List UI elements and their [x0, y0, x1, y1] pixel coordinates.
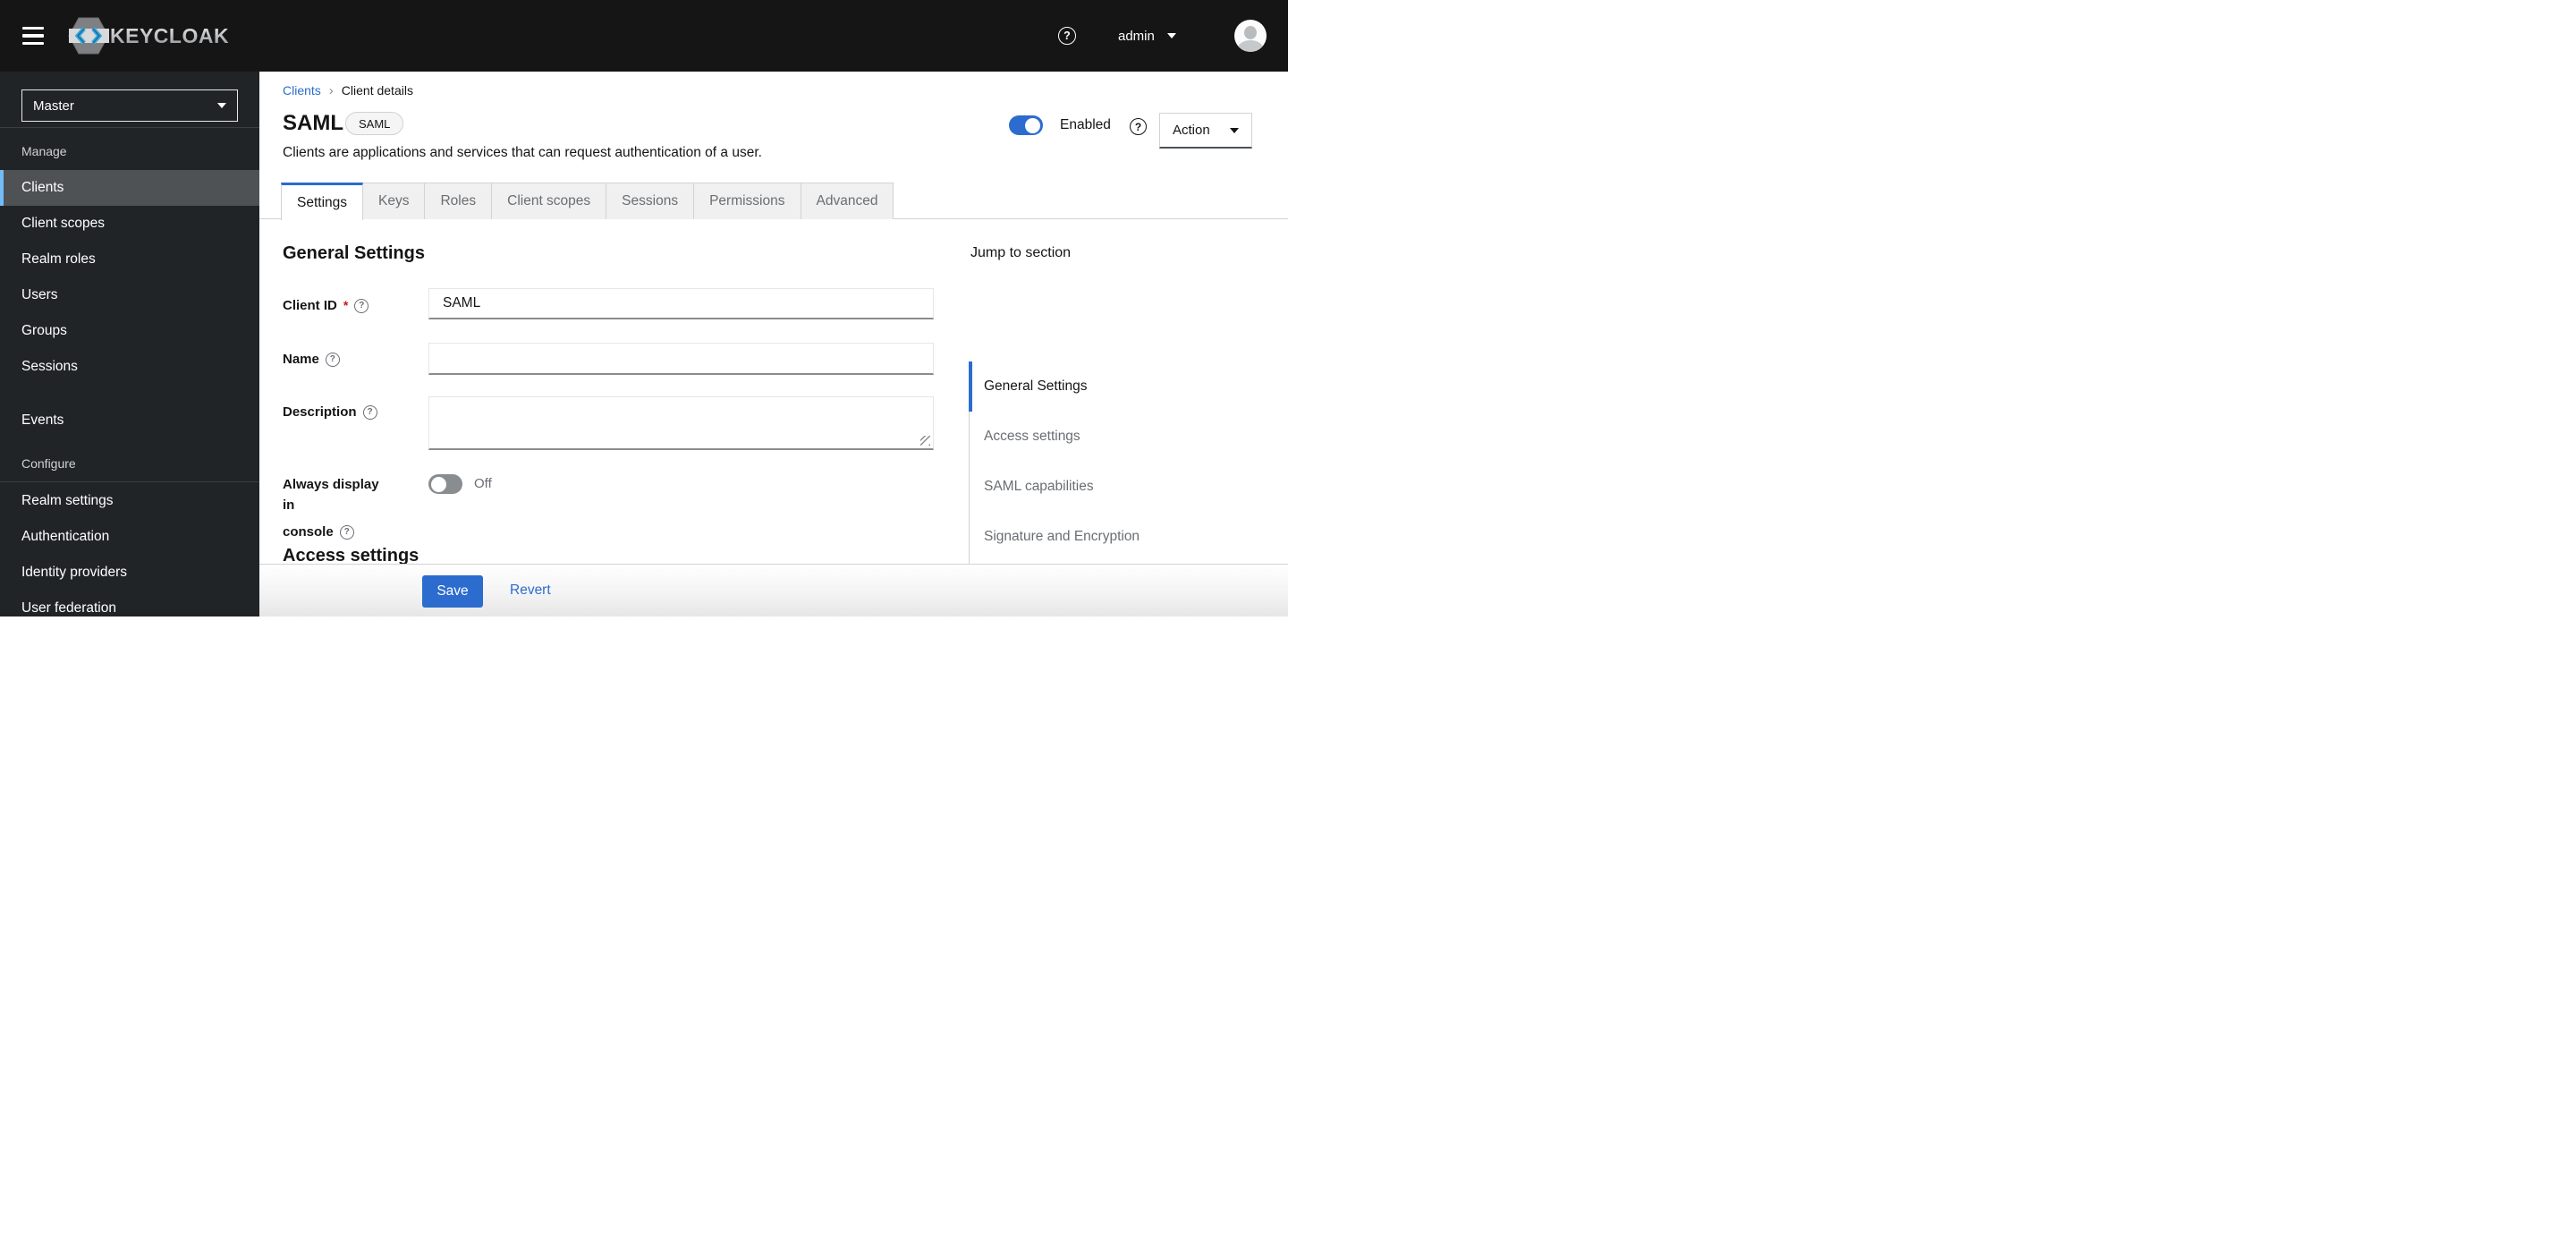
tab-sessions[interactable]: Sessions — [606, 183, 695, 219]
always-display-help-icon[interactable]: ? — [339, 524, 354, 540]
section-heading-general-settings: General Settings — [283, 243, 425, 263]
masthead: KEYCLOAK ? admin — [0, 0, 1288, 72]
action-dropdown[interactable]: Action — [1159, 113, 1252, 149]
jump-to-section-title: Jump to section — [970, 245, 1072, 260]
sidebar-item-authentication[interactable]: Authentication — [0, 519, 259, 555]
chevron-down-icon — [217, 103, 226, 108]
enabled-toggle[interactable] — [1009, 115, 1043, 135]
tab-bar: Settings Keys Roles Client scopes Sessio… — [259, 183, 1288, 220]
client-id-help-icon[interactable]: ? — [354, 298, 369, 313]
sidebar-item-realm-settings[interactable]: Realm settings — [0, 483, 259, 519]
realm-name: Master — [33, 98, 74, 114]
form-footer: Save Revert — [259, 564, 1288, 616]
username: admin — [1118, 28, 1155, 44]
jump-link-access-settings[interactable]: Access settings — [969, 412, 1264, 462]
name-input[interactable] — [428, 343, 934, 375]
description-help-icon[interactable]: ? — [362, 404, 377, 420]
chevron-down-icon — [1166, 33, 1176, 38]
sidebar-item-users[interactable]: Users — [0, 277, 259, 313]
page-title: SAML — [283, 111, 343, 135]
keycloak-logo[interactable]: KEYCLOAK — [68, 17, 230, 55]
client-id-input[interactable] — [428, 288, 934, 319]
sidebar-item-realm-roles[interactable]: Realm roles — [0, 242, 259, 277]
page-subtitle: Clients are applications and services th… — [283, 145, 762, 160]
main-content: Clients › Client details SAML SAML Clien… — [259, 72, 1288, 616]
name-help-icon[interactable]: ? — [325, 352, 340, 367]
nav-section-configure: Configure — [21, 456, 76, 471]
tab-client-scopes[interactable]: Client scopes — [492, 183, 607, 219]
always-display-toggle[interactable] — [428, 474, 462, 494]
sidebar-item-clients[interactable]: Clients — [0, 170, 259, 206]
breadcrumb-current: Client details — [341, 83, 413, 98]
user-menu[interactable]: admin — [1118, 0, 1176, 72]
tab-roles[interactable]: Roles — [425, 183, 493, 219]
nav-section-manage: Manage — [21, 144, 67, 158]
jump-link-saml-capabilities[interactable]: SAML capabilities — [969, 462, 1264, 512]
client-protocol-badge: SAML — [345, 112, 404, 135]
jump-link-signature-encryption[interactable]: Signature and Encryption — [969, 512, 1264, 562]
description-textarea[interactable] — [428, 396, 934, 450]
sidebar-item-events[interactable]: Events — [0, 403, 259, 438]
hamburger-menu-icon[interactable] — [22, 27, 44, 45]
avatar[interactable] — [1234, 20, 1267, 52]
chevron-down-icon — [1230, 127, 1239, 133]
keycloak-logo-icon — [68, 17, 109, 55]
tab-settings[interactable]: Settings — [281, 183, 364, 220]
sidebar: Master Manage Clients Client scopes Real… — [0, 72, 259, 616]
sidebar-item-user-federation[interactable]: User federation — [0, 591, 259, 616]
breadcrumb-clients-link[interactable]: Clients — [283, 83, 321, 98]
sidebar-item-groups[interactable]: Groups — [0, 313, 259, 349]
tab-permissions[interactable]: Permissions — [694, 183, 801, 219]
realm-selector[interactable]: Master — [21, 89, 238, 122]
brand-text: KEYCLOAK — [110, 23, 230, 47]
name-label: Name ? — [283, 349, 417, 370]
enabled-label: Enabled — [1060, 117, 1111, 132]
always-display-label: Always display in console ? — [283, 477, 379, 540]
sidebar-item-client-scopes[interactable]: Client scopes — [0, 206, 259, 242]
save-button[interactable]: Save — [422, 575, 483, 608]
sidebar-divider — [0, 481, 259, 482]
breadcrumb-separator-icon: › — [328, 82, 334, 98]
sidebar-item-identity-providers[interactable]: Identity providers — [0, 555, 259, 591]
sidebar-item-sessions[interactable]: Sessions — [0, 349, 259, 385]
required-indicator: * — [343, 298, 349, 312]
tab-keys[interactable]: Keys — [363, 183, 426, 219]
breadcrumb: Clients › Client details — [283, 83, 413, 98]
enabled-help-icon[interactable]: ? — [1130, 118, 1147, 135]
sidebar-divider — [0, 127, 259, 128]
always-display-state: Off — [474, 476, 492, 491]
jump-link-general-settings[interactable]: General Settings — [969, 361, 1264, 412]
tab-advanced[interactable]: Advanced — [801, 183, 894, 219]
client-id-label: Client ID * ? — [283, 295, 417, 316]
masthead-help-icon[interactable]: ? — [1058, 27, 1076, 45]
description-label: Description ? — [283, 402, 417, 422]
revert-link[interactable]: Revert — [510, 582, 551, 599]
